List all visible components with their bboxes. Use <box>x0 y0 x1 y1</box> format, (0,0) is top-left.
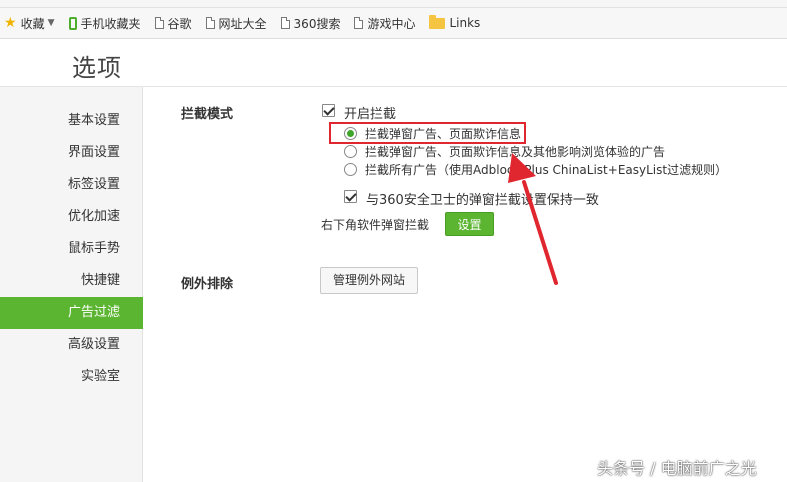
watermark: 头条号 / 电脑前广之光 <box>597 459 757 478</box>
annotation-arrow-icon <box>508 153 558 285</box>
